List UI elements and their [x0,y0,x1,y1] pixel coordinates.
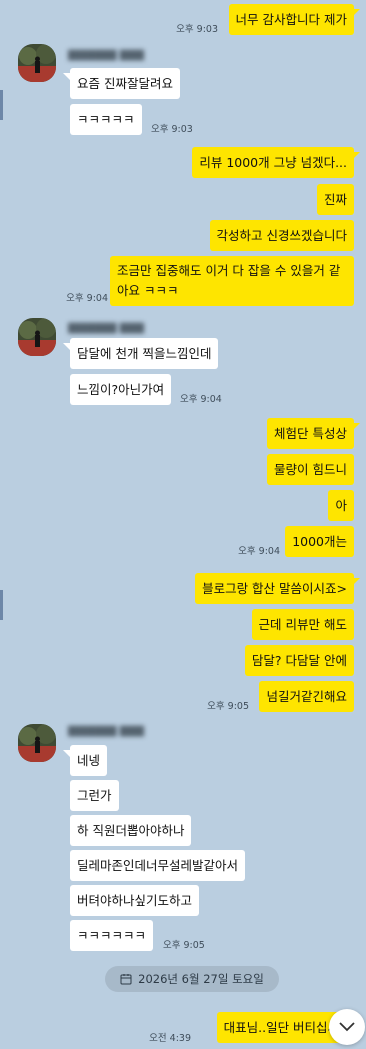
bubble-tail [352,152,360,160]
message-time: 오후 9:04 [66,293,108,304]
my-message-bubble[interactable]: 각성하고 신경쓰겠습니다 [209,220,354,251]
other-message-bubble[interactable]: 버텨야하나싶기도하고 [70,885,200,916]
message-time: 오후 9:03 [176,24,218,35]
other-message-bubble[interactable]: 딜레마존인데너무설레발같아서 [70,850,246,881]
profile-photo-icon [18,44,56,82]
my-message-bubble[interactable]: 1000개는 [285,526,354,557]
my-message-bubble[interactable]: 블로그랑 합산 말씀이시죠> [195,573,354,604]
profile-photo-icon [18,318,56,356]
bubble-tail [352,578,360,586]
date-divider: 2026년 6월 27일 토요일 [105,966,279,992]
window-edge [0,90,3,120]
sender-name: ▇▇▇▇▇▇ ▇▇▇ [68,725,145,737]
message-time: 오전 4:39 [149,1033,191,1044]
other-message-bubble[interactable]: 네넹 [70,745,108,776]
bubble-tail [63,73,71,81]
bubble-tail [63,750,71,758]
sender-name: ▇▇▇▇▇▇ ▇▇▇ [68,322,145,334]
message-time: 오후 9:04 [238,546,280,557]
profile-photo-icon [18,724,56,762]
bubble-tail [352,9,360,17]
other-message-bubble[interactable]: ㅋㅋㅋㅋㅋㅋ [70,920,154,951]
message-time: 오후 9:04 [180,394,222,405]
bubble-tail [63,343,71,351]
my-message-bubble[interactable]: 물량이 힘드니 [267,454,354,485]
other-message-bubble[interactable]: 담달에 천개 찍을느낌인데 [70,338,219,369]
calendar-icon [120,974,132,985]
avatar[interactable] [18,318,56,356]
message-time: 오후 9:05 [207,701,249,712]
bubble-tail [352,423,360,431]
other-message-bubble[interactable]: ㅋㅋㅋㅋㅋ [70,104,142,135]
my-message-bubble[interactable]: 너무 감사합니다 제가 [228,4,354,35]
chevron-down-icon [339,1022,355,1032]
my-message-bubble[interactable]: 조금만 집중해도 이거 다 잡을 수 있을거 같아요 ㅋㅋㅋ [110,256,354,306]
other-message-bubble[interactable]: 그런가 [70,780,119,811]
scroll-to-bottom-button[interactable] [329,1009,365,1045]
other-message-bubble[interactable]: 느낌이?아닌가여 [70,374,172,405]
other-message-bubble[interactable]: 요즘 진짜잘달려요 [70,68,180,99]
message-time: 오후 9:03 [151,124,193,135]
avatar[interactable] [18,724,56,762]
message-time: 오후 9:05 [163,940,205,951]
sender-name: ▇▇▇▇▇▇ ▇▇▇ [68,49,145,61]
date-divider-label: 2026년 6월 27일 토요일 [138,972,264,986]
my-message-bubble[interactable]: 체험단 특성상 [267,418,354,449]
my-message-bubble[interactable]: 넘길거같긴해요 [259,681,354,712]
my-message-bubble[interactable]: 진짜 [316,184,354,215]
window-edge [0,590,3,620]
my-message-bubble[interactable]: 근데 리뷰만 해도 [251,609,354,640]
my-message-bubble[interactable]: 담달? 다담달 안에 [244,645,354,676]
my-message-bubble[interactable]: 리뷰 1000개 그냥 넘겠다... [192,147,354,178]
my-message-bubble[interactable]: 아 [328,490,354,521]
other-message-bubble[interactable]: 하 직원더뽑아야하나 [70,815,192,846]
avatar[interactable] [18,44,56,82]
